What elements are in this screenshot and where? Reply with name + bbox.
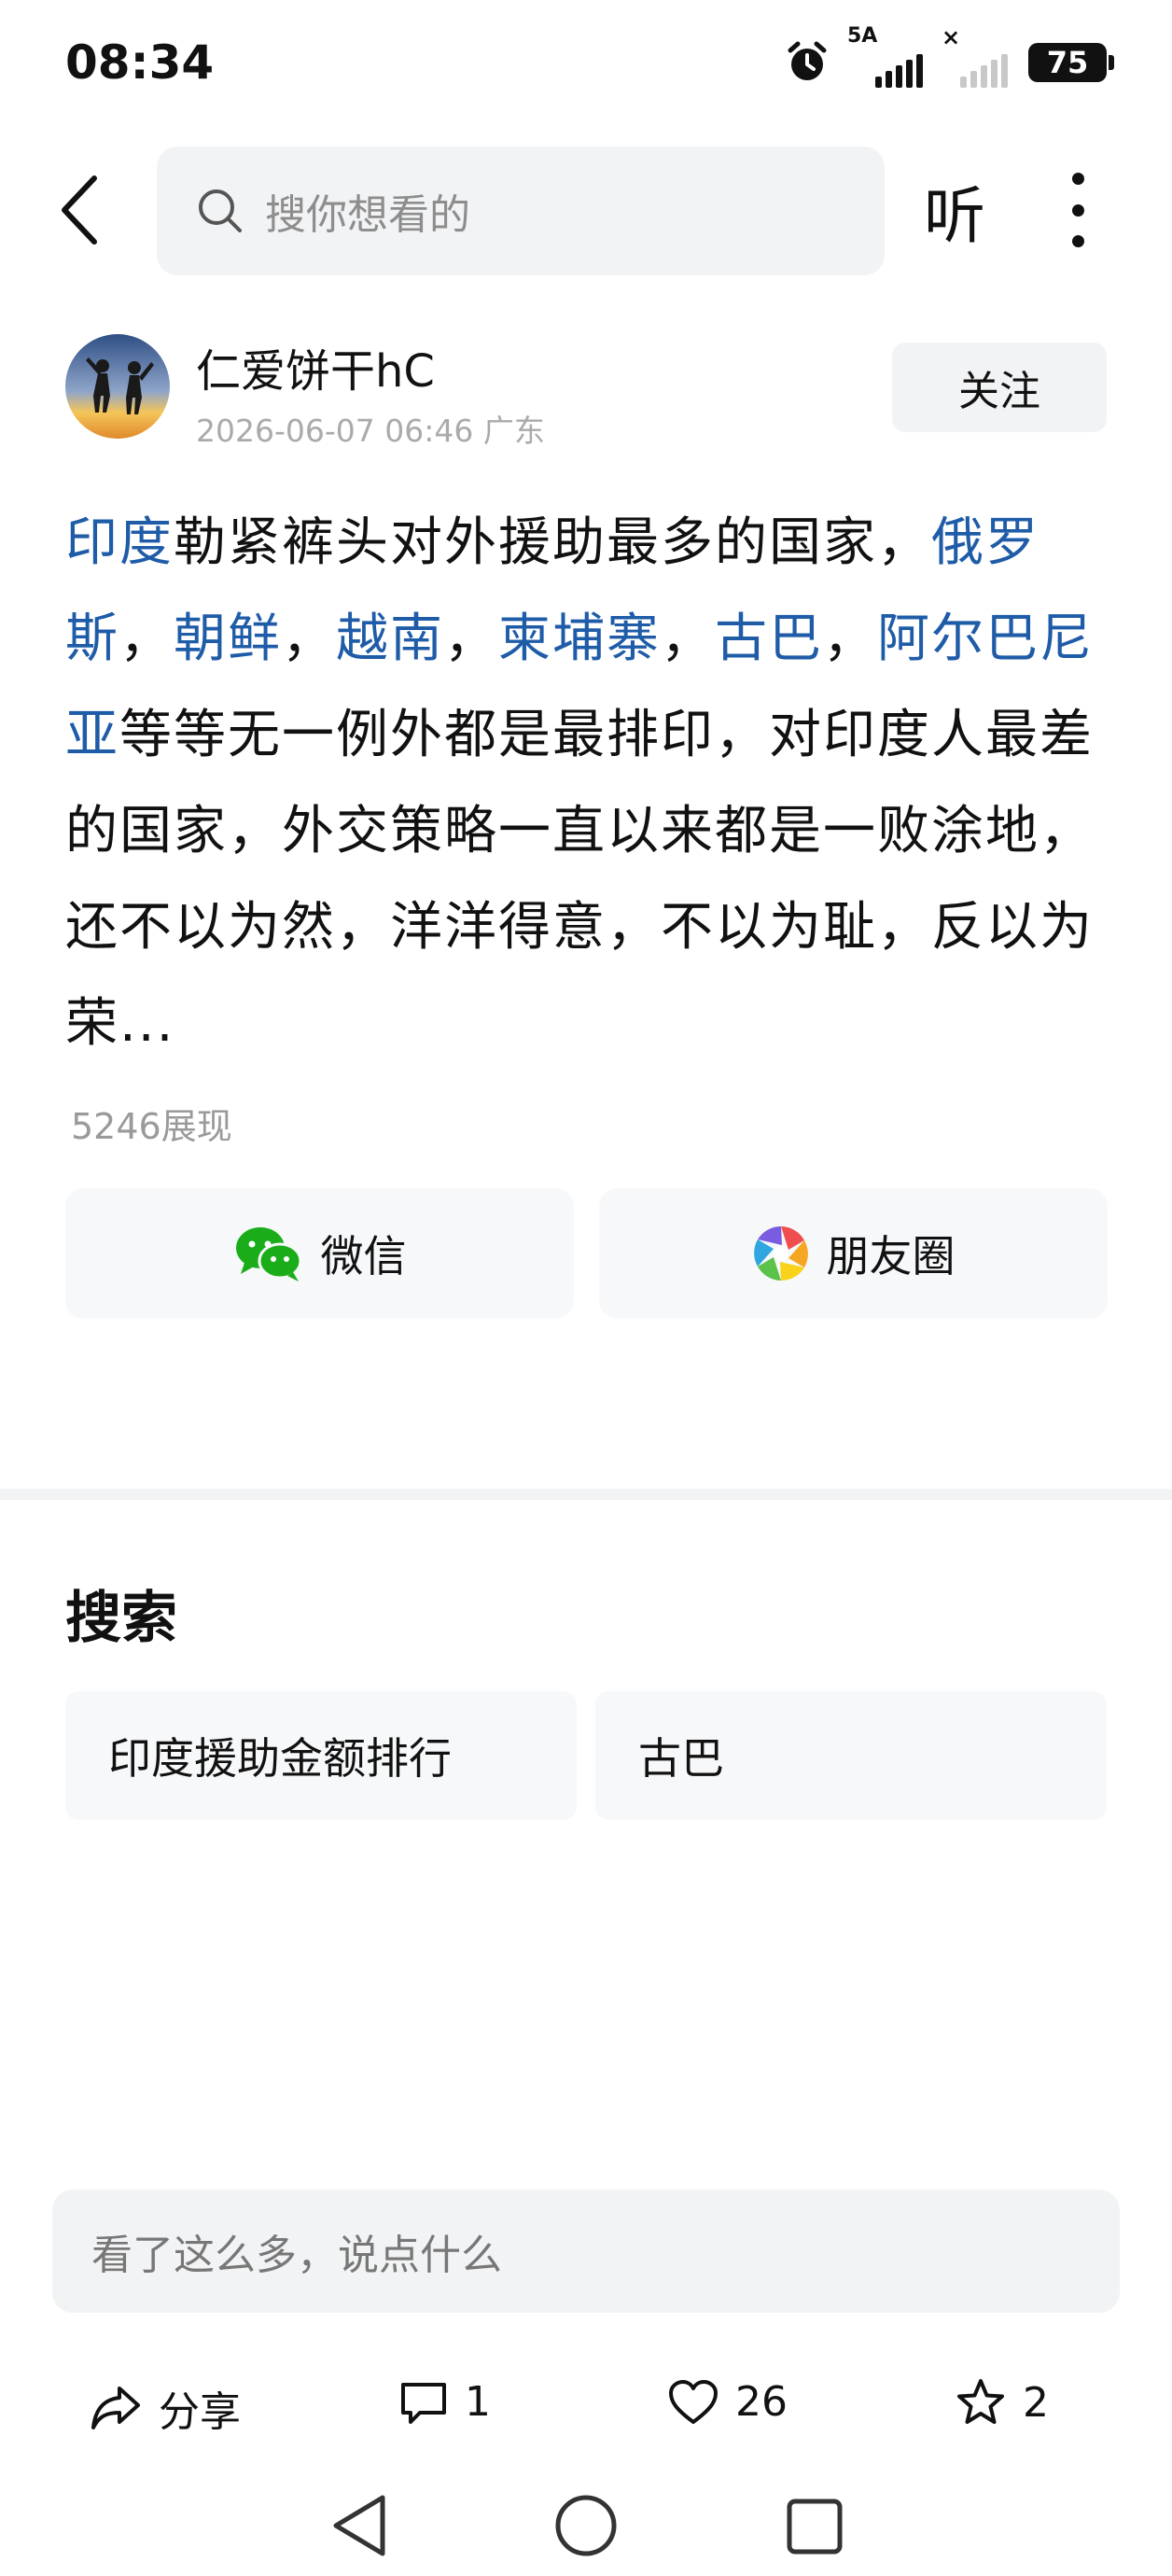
comment-input[interactable]: 看了这么多，说点什么	[52, 2190, 1120, 2313]
related-search-heading: 搜索	[65, 1586, 177, 1651]
moments-aperture-icon	[753, 1225, 808, 1281]
star-icon	[957, 2379, 1004, 2424]
heart-icon	[669, 2379, 718, 2424]
more-dot-icon	[1071, 203, 1084, 217]
favorite-action-button[interactable]: 2	[956, 2378, 1049, 2427]
alarm-icon	[788, 41, 827, 80]
nav-home-icon[interactable]	[554, 2494, 618, 2557]
post-text: ，	[823, 609, 877, 669]
nav-back-icon[interactable]	[328, 2492, 390, 2559]
follow-button[interactable]: 关注	[892, 343, 1107, 432]
avatar[interactable]	[65, 334, 170, 439]
wechat-icon	[235, 1227, 301, 1281]
post-text: 勒紧裤头对外援助最多的国家，	[174, 512, 931, 573]
related-search-chip-label: 古巴	[638, 1733, 724, 1784]
topic-link-india[interactable]: 印度	[65, 512, 174, 573]
more-dot-icon	[1071, 235, 1084, 247]
author-name[interactable]: 仁爱饼干hC	[196, 334, 435, 399]
chevron-left-icon	[62, 175, 97, 245]
search-placeholder: 搜你想看的	[265, 191, 470, 239]
share-wechat-label: 微信	[320, 1231, 407, 1281]
topic-link-vietnam[interactable]: 越南	[336, 609, 444, 669]
topic-link-cambodia[interactable]: 柬埔寨	[498, 609, 661, 669]
topic-link-cuba[interactable]: 古巴	[715, 609, 823, 669]
post-meta: 2026-06-07 06:46 广东	[196, 413, 545, 449]
comment-placeholder: 看了这么多，说点什么	[91, 2232, 502, 2279]
signal-no-service-icon: ×	[942, 24, 1008, 88]
search-icon	[199, 189, 242, 232]
battery-icon: 75	[1028, 43, 1114, 82]
signal-5a-icon: 5A	[847, 24, 923, 88]
post-text: ，	[119, 609, 174, 669]
post-text: ，	[282, 609, 336, 669]
comment-count: 1	[465, 2378, 491, 2426]
related-search-chip[interactable]: 印度援助金额排行	[65, 1691, 577, 1820]
like-count: 26	[735, 2378, 788, 2426]
favorite-count: 2	[1023, 2378, 1049, 2427]
related-search-chip[interactable]: 古巴	[595, 1691, 1107, 1820]
post-text: ，	[661, 609, 715, 669]
post-text: ，	[444, 609, 498, 669]
more-menu-button[interactable]	[1064, 173, 1092, 247]
share-action-button[interactable]: 分享	[90, 2378, 241, 2438]
share-moments-button[interactable]: 朋友圈	[599, 1188, 1108, 1319]
comment-icon	[401, 2382, 446, 2424]
share-action-label: 分享	[159, 2388, 241, 2436]
share-moments-label: 朋友圈	[826, 1231, 956, 1281]
listen-button[interactable]: 听	[924, 166, 985, 256]
more-dot-icon	[1071, 173, 1084, 185]
share-icon	[91, 2387, 140, 2429]
back-button[interactable]	[47, 168, 112, 252]
like-action-button[interactable]: 26	[668, 2378, 788, 2426]
post-text: 等等无一例外都是最排印，对印度人最差的国家，外交策略一直以来都是一败涂地，还不以…	[65, 705, 1094, 1054]
status-time: 08:34	[65, 35, 215, 90]
comment-action-button[interactable]: 1	[399, 2378, 491, 2426]
share-wechat-button[interactable]: 微信	[65, 1188, 574, 1319]
section-divider	[0, 1489, 1172, 1500]
post-body: 印度勒紧裤头对外援助最多的国家，俄罗斯，朝鲜，越南，柬埔寨，古巴，阿尔巴尼亚等等…	[65, 495, 1120, 1071]
related-search-chip-label: 印度援助金额排行	[108, 1733, 452, 1784]
topic-link-north-korea[interactable]: 朝鲜	[174, 609, 282, 669]
search-input[interactable]: 搜你想看的	[157, 147, 885, 275]
view-count: 5246展现	[71, 1106, 232, 1147]
status-icons: 5A × 75	[786, 24, 1114, 88]
nav-recent-apps-icon[interactable]	[786, 2498, 844, 2555]
